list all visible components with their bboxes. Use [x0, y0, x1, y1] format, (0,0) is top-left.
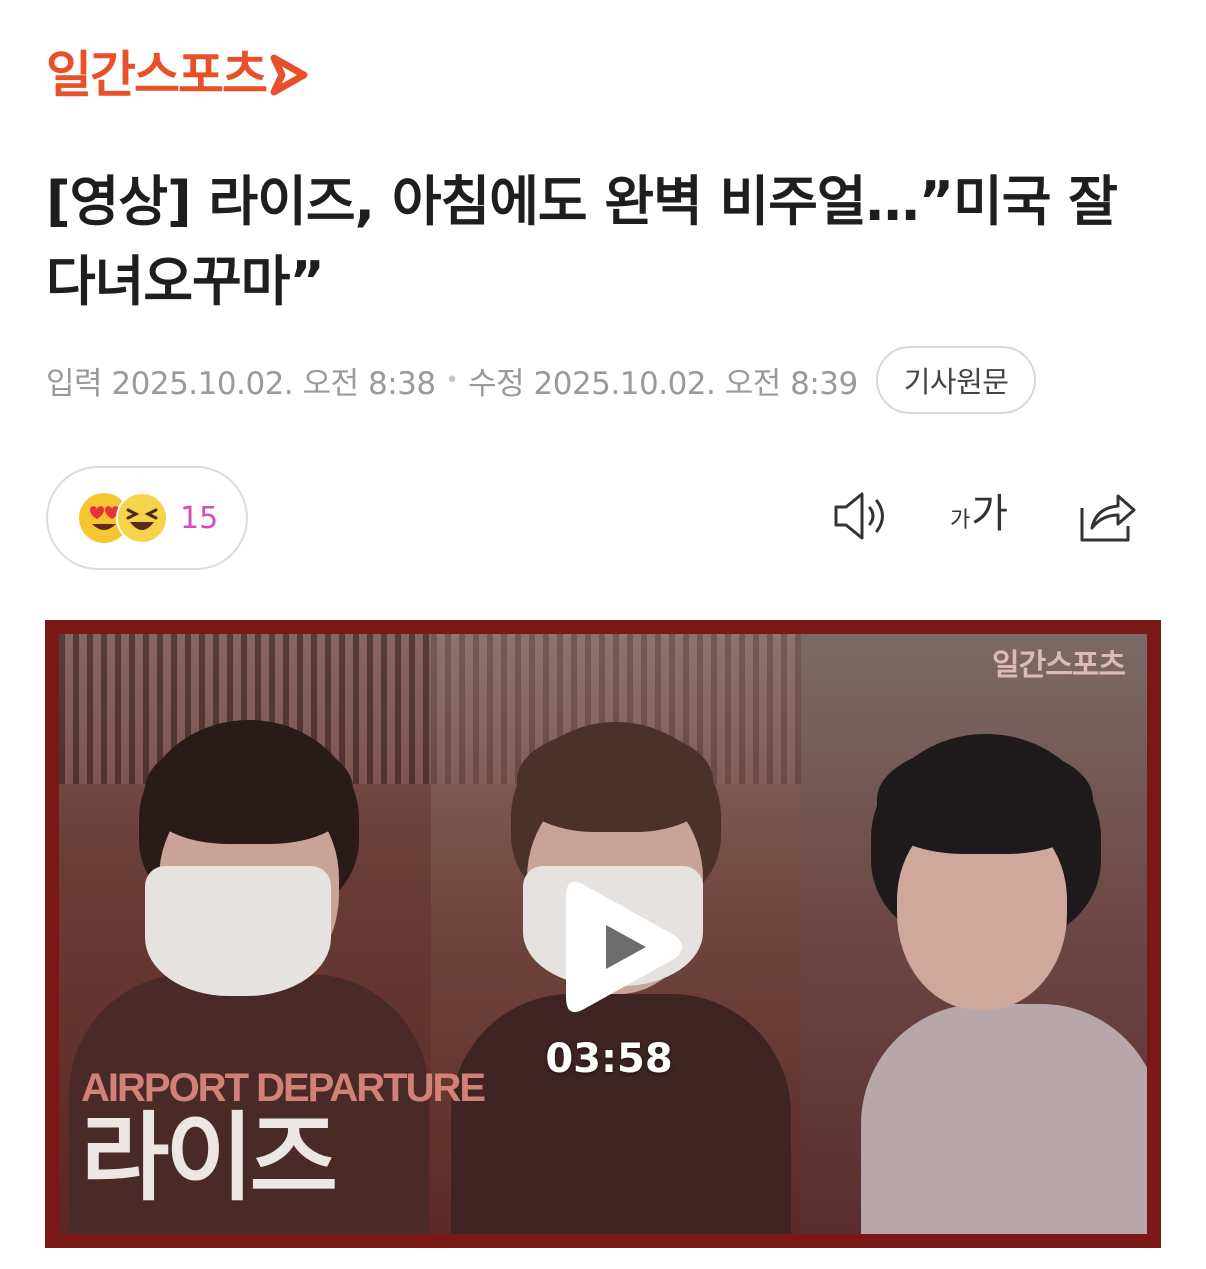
original-article-button[interactable]: 기사원문: [875, 346, 1037, 414]
video-duration: 03:58: [545, 1036, 673, 1082]
thumbnail-panel-right: [801, 634, 1147, 1234]
thumbnail-person-body: [861, 1004, 1147, 1234]
laughing-emoji-icon: [116, 492, 168, 544]
font-size-small-label: 가: [950, 508, 971, 533]
logo-arrow-icon: [270, 54, 308, 96]
video-thumbnail: 일간스포츠 AIRPORT DEPARTURE 라이즈 03:58: [59, 634, 1147, 1234]
font-size-button[interactable]: 가 가: [950, 494, 1008, 534]
video-player[interactable]: 일간스포츠 AIRPORT DEPARTURE 라이즈 03:58: [45, 620, 1161, 1248]
reaction-count: 15: [180, 500, 219, 536]
thumbnail-person-fringe: [145, 734, 353, 844]
input-time: 2025.10.02. 오전 8:38: [111, 365, 436, 402]
thumbnail-person-fringe: [877, 744, 1093, 854]
video-overlay-title: 라이즈: [81, 1102, 338, 1214]
thumbnail-person-fringe: [517, 728, 713, 832]
speaker-icon[interactable]: [832, 488, 892, 544]
edit-label: 수정: [468, 365, 525, 402]
video-corner-logo: 일간스포츠: [992, 648, 1126, 683]
site-logo-text: 일간스포츠: [46, 46, 268, 104]
play-icon[interactable]: [562, 877, 686, 1017]
thumbnail-person-body: [451, 994, 791, 1234]
reaction-button[interactable]: 15: [46, 466, 248, 570]
input-label: 입력: [46, 365, 103, 402]
article-meta: 입력 2025.10.02. 오전 8:38 • 수정 2025.10.02. …: [46, 346, 1037, 414]
share-icon[interactable]: [1078, 488, 1138, 544]
edit-time: 2025.10.02. 오전 8:39: [533, 365, 859, 402]
site-logo[interactable]: 일간스포츠: [46, 50, 310, 100]
article-headline: [영상] 라이즈, 아침에도 완벽 비주얼…”미국 잘 다녀오꾸마”: [46, 170, 1118, 313]
font-size-large-label: 가: [971, 491, 1009, 537]
meta-separator: •: [445, 367, 459, 393]
article-page: 일간스포츠 [영상] 라이즈, 아침에도 완벽 비주얼…”미국 잘 다녀오꾸마”…: [0, 0, 1206, 1269]
thumbnail-face-mask: [145, 866, 331, 996]
